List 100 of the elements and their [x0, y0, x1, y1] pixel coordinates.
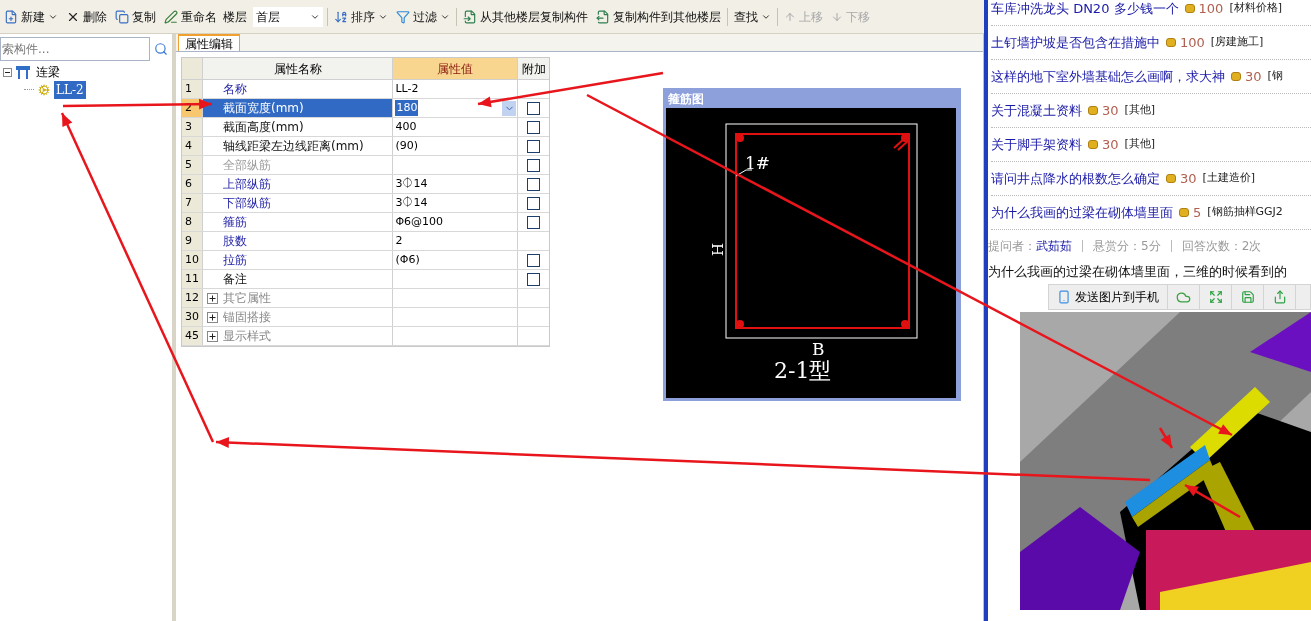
floor-select[interactable]: 首层	[253, 6, 323, 27]
coin-icon	[1231, 72, 1241, 81]
phone-icon	[1057, 290, 1071, 304]
property-name: 上部纵筋	[222, 176, 271, 193]
coin-icon	[1184, 4, 1195, 13]
property-name: 名称	[222, 81, 247, 98]
bar-label: 1#	[745, 153, 771, 173]
category-tag: [其他]	[1124, 136, 1156, 153]
coin-icon	[1166, 174, 1176, 183]
coin-icon	[1166, 38, 1176, 47]
property-name: 肢数	[222, 233, 247, 250]
property-name: 截面高度(mm)	[222, 119, 304, 136]
property-name: 其它属性	[222, 290, 271, 307]
toolbar-button[interactable]: 从其他楼层复制构件	[461, 5, 590, 28]
property-name: 拉筋	[222, 252, 247, 269]
column-header: 属性名称	[202, 58, 394, 79]
search-field[interactable]: 索构件...	[0, 37, 150, 61]
arrow-down-icon	[831, 10, 843, 23]
component-icon	[38, 83, 50, 96]
checkbox[interactable]	[527, 101, 541, 115]
category-tag: [其他]	[1124, 102, 1156, 119]
collapse-toggle[interactable]	[3, 67, 12, 77]
expand-icon	[1208, 290, 1223, 304]
expand-toggle[interactable]	[206, 292, 218, 304]
reward-info: 悬赏分：5分	[1093, 238, 1161, 255]
row-number: 3	[182, 118, 203, 136]
question-link[interactable]: 请问井点降水的根数怎么确定	[991, 168, 1160, 189]
expand-toggle[interactable]	[206, 330, 218, 342]
question-link[interactable]: 这样的地下室外墙基础怎么画啊，求大神	[991, 66, 1225, 87]
question-text: 为什么我画的过梁在砌体墙里面，三维的时候看到的	[988, 263, 1288, 281]
row-number: 4	[182, 137, 203, 155]
checkbox[interactable]	[527, 158, 541, 172]
property-value: LL-2	[395, 80, 419, 97]
checkbox[interactable]	[527, 139, 541, 153]
pen-icon	[164, 9, 178, 24]
checkbox[interactable]	[527, 253, 541, 267]
filter-icon	[396, 9, 410, 24]
checkbox[interactable]	[527, 215, 541, 229]
search-icon	[154, 42, 168, 56]
column-header: 属性值	[393, 58, 519, 79]
height-label: H	[708, 243, 726, 257]
property-value: 3⏀14	[395, 194, 428, 211]
floor-label: 楼层	[223, 8, 247, 26]
category-tag: [材料价格]	[1229, 0, 1282, 17]
row-number: 6	[182, 175, 203, 193]
property-name: 轴线距梁左边线距离(mm)	[222, 138, 364, 155]
document-icon	[463, 9, 477, 24]
tree-item[interactable]: LL-2	[54, 80, 86, 99]
row-number: 9	[182, 232, 203, 250]
value-input[interactable]: 180	[395, 99, 419, 117]
reward-score: 100	[1180, 33, 1205, 52]
reward-score: 30	[1245, 67, 1262, 86]
toolbar-button[interactable]: 复制	[113, 5, 158, 28]
toolbar-button[interactable]: 查找	[732, 5, 773, 28]
coin-icon	[1179, 208, 1189, 217]
row-number: 12	[182, 289, 203, 307]
cloud-icon	[1176, 289, 1191, 305]
checkbox[interactable]	[527, 196, 541, 210]
tree-item[interactable]: 连梁	[34, 63, 62, 81]
property-name: 锚固搭接	[222, 309, 271, 326]
question-link[interactable]: 关于脚手架资料	[991, 134, 1082, 155]
property-value: Φ6@100	[395, 213, 444, 230]
beam-icon	[16, 65, 30, 79]
row-number: 7	[182, 194, 203, 212]
toolbar-button[interactable]: 排序	[332, 5, 390, 28]
asker-label: 提问者：武茹茹	[988, 238, 1072, 255]
toolbar-button[interactable]: 过滤	[394, 5, 452, 28]
expand-toggle[interactable]	[206, 311, 218, 323]
window-title: 箍筋图	[667, 91, 705, 107]
property-value: 2	[395, 232, 403, 249]
toolbar-button[interactable]: 删除	[64, 5, 109, 28]
question-link[interactable]: 为什么我画的过梁在砌体墙里面	[991, 202, 1173, 223]
save-icon	[1240, 290, 1255, 304]
dropdown-button[interactable]	[502, 100, 517, 116]
tab[interactable]: 属性编辑	[178, 34, 240, 51]
toolbar-button[interactable]: 复制构件到其他楼层	[594, 5, 723, 28]
send-to-phone-button[interactable]: 发送图片到手机	[1049, 285, 1168, 309]
annotation-arrow	[1184, 483, 1241, 519]
question-link[interactable]: 车库冲洗龙头 DN20 多少钱一个	[991, 0, 1179, 19]
property-value: 400	[395, 118, 417, 135]
reward-score: 30	[1102, 101, 1119, 120]
reward-score: 100	[1198, 0, 1224, 18]
reward-score: 30	[1180, 169, 1197, 188]
property-name: 显示样式	[222, 328, 271, 345]
question-link[interactable]: 关于混凝土资料	[991, 100, 1082, 121]
property-name: 截面宽度(mm)	[222, 100, 304, 117]
category-tag: [钢	[1267, 68, 1283, 85]
property-name: 全部纵筋	[222, 157, 271, 174]
property-value: (Φ6)	[395, 251, 420, 268]
row-number: 11	[182, 270, 203, 288]
checkbox[interactable]	[527, 120, 541, 134]
category-tag: [钢筋抽样GGJ2	[1207, 204, 1283, 221]
toolbar-button[interactable]: 新建	[2, 5, 60, 28]
property-name: 箍筋	[222, 214, 247, 231]
checkbox[interactable]	[527, 177, 541, 191]
reward-score: 30	[1102, 135, 1119, 154]
question-link[interactable]: 土钉墙护坡是否包含在措施中	[991, 32, 1160, 53]
toolbar-button[interactable]: 重命名	[162, 5, 219, 28]
checkbox[interactable]	[527, 272, 541, 286]
column-header: 附加	[518, 58, 549, 79]
